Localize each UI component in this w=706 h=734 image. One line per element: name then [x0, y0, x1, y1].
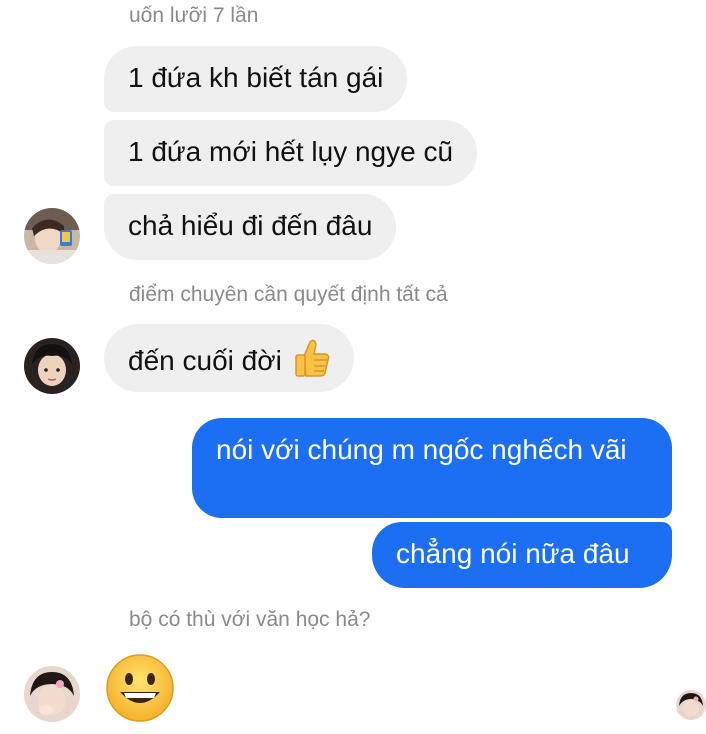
- sender-name-label: điểm chuyên cần quyết định tất cả: [129, 283, 448, 306]
- avatar-photo: [24, 666, 80, 722]
- avatar-photo: [24, 208, 80, 264]
- sender-name-label: bộ có thù với văn học hả?: [129, 608, 371, 631]
- avatar[interactable]: [24, 338, 80, 394]
- message-text: đến cuối đời: [128, 345, 282, 376]
- incoming-message[interactable]: 1 đứa mới hết lụy ngye cũ: [104, 120, 478, 186]
- grinning-face-icon[interactable]: [104, 652, 176, 724]
- sender-name-label: uốn lưỡi 7 lần: [129, 4, 259, 27]
- message-text: nói với chúng m ngốc nghếch vãi: [216, 434, 627, 465]
- avatar-photo: [24, 338, 80, 394]
- message-text: chả hiểu đi đến đâu: [128, 210, 373, 241]
- message-text: 1 đứa mới hết lụy ngye cũ: [128, 136, 454, 167]
- avatar[interactable]: [24, 666, 80, 722]
- message-text: 1 đứa kh biết tán gái: [128, 62, 384, 93]
- outgoing-message[interactable]: nói với chúng m ngốc nghếch vãi: [192, 418, 672, 518]
- thumbs-up-icon: [294, 338, 330, 378]
- incoming-message[interactable]: chả hiểu đi đến đâu: [104, 194, 397, 260]
- outgoing-message[interactable]: chẳng nói nữa đâu: [372, 522, 672, 588]
- read-receipt-avatar: [676, 690, 706, 720]
- avatar-photo: [676, 690, 706, 720]
- avatar[interactable]: [24, 208, 80, 264]
- incoming-message[interactable]: đến cuối đời: [104, 324, 354, 392]
- message-text: chẳng nói nữa đâu: [396, 538, 630, 569]
- incoming-message[interactable]: 1 đứa kh biết tán gái: [104, 46, 408, 112]
